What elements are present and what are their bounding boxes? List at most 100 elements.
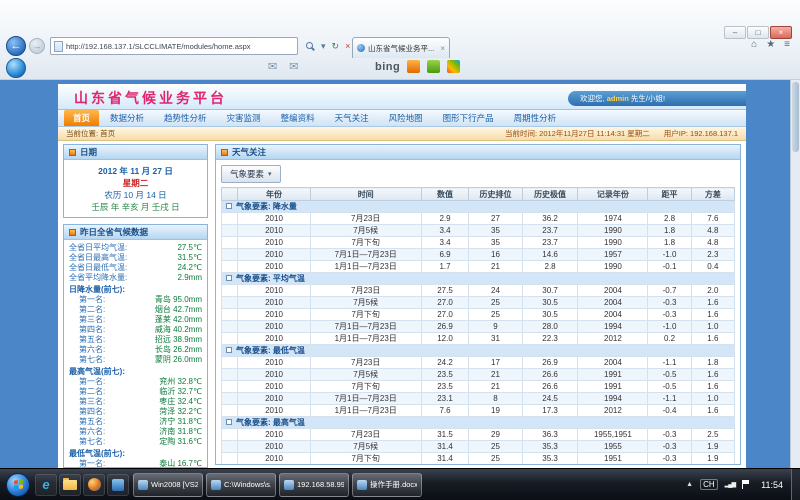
element-filter-button[interactable]: 气象要素 ▾ <box>221 165 281 183</box>
rank-label: 第四名: <box>79 325 105 335</box>
table-header-cell[interactable]: 历史排位 <box>469 188 523 201</box>
colorful-app-icon[interactable] <box>447 60 460 73</box>
table-cell: 31.5 <box>421 465 468 466</box>
table-row[interactable]: 20101月1日—7月23日12.03122.320120.21.6 <box>222 333 735 345</box>
tab-close-icon[interactable]: × <box>440 44 445 53</box>
tools-icon[interactable]: ≡ <box>784 39 790 50</box>
table-cell: 2010 <box>238 225 310 237</box>
browser-theme-button[interactable] <box>6 58 26 78</box>
table-cell: 1.6 <box>691 297 734 309</box>
row-select-cell <box>222 429 238 441</box>
table-row[interactable]: 20107月1日—7月23日6.91614.61957-1.02.3 <box>222 249 735 261</box>
action-center-icon[interactable] <box>742 480 750 489</box>
green-app-icon[interactable] <box>427 60 440 73</box>
row-select-cell <box>222 285 238 297</box>
browser-tab[interactable]: 山东省气候业务平... × <box>352 37 450 58</box>
table-header-cell[interactable]: 历史极值 <box>522 188 578 201</box>
table-header-cell[interactable]: 时间 <box>310 188 421 201</box>
table-row[interactable]: 20101月1日—7月23日1.7212.81990-0.10.4 <box>222 261 735 273</box>
checkbox-icon[interactable] <box>226 347 232 353</box>
ie-icon[interactable]: e <box>35 474 57 496</box>
taskbar-window-button[interactable]: 操作手册.docx ... <box>352 473 422 497</box>
network-icon[interactable]: ▂▄▆ <box>725 481 735 488</box>
nav-item[interactable]: 图形下行产品 <box>434 110 503 126</box>
table-header-cell[interactable]: 数值 <box>421 188 468 201</box>
table-row[interactable]: 20101月1日—7月23日7.61917.32012-0.41.6 <box>222 405 735 417</box>
table-row[interactable]: 20107月下旬31.42535.31951-0.31.9 <box>222 453 735 465</box>
taskbar-window-button[interactable]: 192.168.58.99... <box>279 473 349 497</box>
table-cell: 24.2 <box>421 357 468 369</box>
nav-item[interactable]: 首页 <box>64 110 99 126</box>
folder-icon[interactable] <box>59 474 81 496</box>
table-cell: 1月1日—7月23日 <box>310 405 421 417</box>
checkbox-icon[interactable] <box>226 419 232 425</box>
table-row[interactable]: 20107月1日—7月23日26.9928.01994-1.01.0 <box>222 321 735 333</box>
nav-item[interactable]: 风险地图 <box>380 110 432 126</box>
table-row[interactable]: 20107月1日—7月23日23.1824.51994-1.11.0 <box>222 393 735 405</box>
media-player-icon[interactable] <box>83 474 105 496</box>
table-row[interactable]: 20107月下旬3.43523.719901.84.8 <box>222 237 735 249</box>
stop-icon[interactable]: × <box>345 41 350 51</box>
orange-app-icon[interactable] <box>407 60 420 73</box>
table-cell: 1990 <box>578 237 648 249</box>
section-row[interactable]: 气象要素: 最高气温 <box>222 417 735 429</box>
table-row[interactable]: 20107月23日27.52430.72004-0.72.0 <box>222 285 735 297</box>
tray-expand-icon[interactable]: ▲ <box>686 481 693 488</box>
section-row[interactable]: 气象要素: 平均气温 <box>222 273 735 285</box>
section-row[interactable]: 气象要素: 降水量 <box>222 201 735 213</box>
scrollbar-thumb[interactable] <box>792 82 799 152</box>
table-row[interactable]: 20107月5候23.52126.61991-0.51.6 <box>222 369 735 381</box>
nav-item[interactable]: 周期性分析 <box>505 110 566 126</box>
nav-item[interactable]: 趋势性分析 <box>155 110 216 126</box>
command-icons: ✉ ✉ <box>268 60 298 73</box>
table-cell: 1.8 <box>691 357 734 369</box>
show-desktop-button[interactable] <box>791 469 800 500</box>
mail-icon[interactable]: ✉ <box>268 60 277 73</box>
rank-row: 第五名:济宁 31.8℃ <box>69 417 202 427</box>
table-cell: -1.0 <box>648 465 691 466</box>
back-button[interactable]: ← <box>6 36 26 56</box>
search-icon[interactable] <box>306 42 315 51</box>
table-cell: 30.5 <box>522 297 578 309</box>
language-indicator[interactable]: CH <box>700 479 718 490</box>
start-button[interactable] <box>6 473 30 497</box>
dropdown-icon[interactable]: ▾ <box>321 41 326 52</box>
home-icon[interactable]: ⌂ <box>751 39 757 50</box>
clock[interactable]: 11:54 <box>757 480 787 490</box>
address-bar[interactable]: http://192.168.137.1/SLCCLIMATE/modules/… <box>50 37 298 55</box>
table-row[interactable]: 20107月5候27.02530.52004-0.31.6 <box>222 297 735 309</box>
table-row[interactable]: 20107月下旬23.52126.61991-0.51.6 <box>222 381 735 393</box>
table-header-cell[interactable]: 记录年份 <box>578 188 648 201</box>
table-row[interactable]: 20107月23日2.92736.219742.87.6 <box>222 213 735 225</box>
bing-logo[interactable]: bing <box>375 61 400 73</box>
table-row[interactable]: 20107月23日31.52936.31955,1951-0.32.5 <box>222 429 735 441</box>
table-header-cell[interactable]: 距平 <box>648 188 691 201</box>
nav-menu: 首页数据分析趋势性分析灾害监测整编资料天气关注风险地图图形下行产品周期性分析 <box>58 110 746 127</box>
table-row[interactable]: 20107月23日24.21726.92004-1.11.8 <box>222 357 735 369</box>
favorites-icon[interactable]: ★ <box>766 39 775 50</box>
taskbar-window-button[interactable]: Win2008 [VS2... <box>133 473 203 497</box>
nav-item[interactable]: 灾害监测 <box>218 110 270 126</box>
nav-item[interactable]: 整编资料 <box>272 110 324 126</box>
table-cell: 7月1日—7月23日 <box>310 321 421 333</box>
table-row[interactable]: 20107月5候31.42535.31955-0.31.9 <box>222 441 735 453</box>
nav-item[interactable]: 数据分析 <box>101 110 153 126</box>
checkbox-icon[interactable] <box>226 203 232 209</box>
mail-icon[interactable]: ✉ <box>289 60 298 73</box>
forward-button[interactable]: → <box>29 38 45 54</box>
page-scrollbar[interactable] <box>790 80 800 468</box>
nav-item[interactable]: 天气关注 <box>326 110 378 126</box>
table-cell: 7月下旬 <box>310 453 421 465</box>
section-row[interactable]: 气象要素: 最低气温 <box>222 345 735 357</box>
table-row[interactable]: 20107月5候3.43523.719901.84.8 <box>222 225 735 237</box>
taskbar-window-button[interactable]: C:\Windows\s... <box>206 473 276 497</box>
refresh-icon[interactable]: ↻ <box>332 41 340 52</box>
checkbox-icon[interactable] <box>226 275 232 281</box>
rank-row: 第五名:招远 38.9mm <box>69 335 202 345</box>
app-icon[interactable] <box>107 474 129 496</box>
table-header-cell[interactable]: 年份 <box>238 188 310 201</box>
table-row[interactable]: 20107月下旬27.02530.52004-0.31.6 <box>222 309 735 321</box>
table-header-cell[interactable]: 方差 <box>691 188 734 201</box>
table-cell: 2010 <box>238 213 310 225</box>
table-row[interactable]: 20107月1日—7月23日31.5933.01997-1.01.1 <box>222 465 735 466</box>
